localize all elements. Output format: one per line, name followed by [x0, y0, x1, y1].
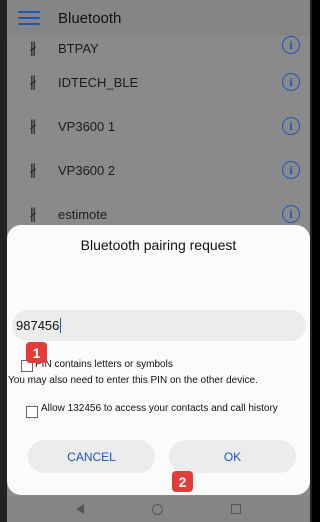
allow-contacts-checkbox[interactable]	[26, 406, 38, 418]
device-row-vp3600-2[interactable]: ∦ VP3600 2 i	[7, 148, 310, 192]
text-caret	[60, 318, 62, 333]
app-bar: Bluetooth	[7, 0, 310, 36]
pin-input[interactable]: 987456	[12, 310, 306, 341]
system-nav-bar	[7, 496, 310, 522]
step-marker-1: 1	[26, 342, 47, 363]
bluetooth-icon: ∦	[29, 206, 37, 223]
bluetooth-icon: ∦	[29, 118, 37, 135]
cancel-button[interactable]: CANCEL	[28, 440, 155, 473]
device-name: VP3600 2	[58, 162, 116, 178]
device-row-btpay[interactable]: ∦ BTPAY i	[7, 36, 310, 60]
device-row-vp3600-1[interactable]: ∦ VP3600 1 i	[7, 104, 310, 148]
info-icon[interactable]: i	[282, 161, 300, 179]
info-icon[interactable]: i	[282, 205, 300, 223]
bluetooth-icon: ∦	[29, 74, 37, 91]
page-title: Bluetooth	[58, 9, 122, 27]
device-list: ∦ BTPAY i ∦ IDTECH_BLE i ∦ VP3600 1 i ∦ …	[7, 36, 310, 236]
device-name: estimote	[58, 206, 108, 222]
device-name: BTPAY	[58, 40, 99, 56]
device-frame: Bluetooth ∦ BTPAY i ∦ IDTECH_BLE i ∦ VP3…	[0, 0, 312, 522]
pairing-dialog: Bluetooth pairing request 987456 PIN con…	[7, 225, 310, 495]
hamburger-menu-icon[interactable]	[18, 11, 40, 25]
info-icon[interactable]: i	[282, 36, 300, 54]
pin-hint-text: You may also need to enter this PIN on t…	[8, 375, 258, 386]
phone-screen: Bluetooth ∦ BTPAY i ∦ IDTECH_BLE i ∦ VP3…	[7, 0, 310, 522]
letters-symbols-label: PIN contains letters or symbols	[35, 359, 173, 370]
dialog-title: Bluetooth pairing request	[80, 237, 237, 253]
info-icon[interactable]: i	[282, 73, 300, 91]
device-name: IDTECH_BLE	[58, 74, 139, 90]
recent-apps-icon[interactable]	[231, 504, 241, 514]
home-icon[interactable]	[152, 503, 163, 515]
info-icon[interactable]: i	[282, 117, 300, 135]
bluetooth-icon: ∦	[29, 40, 37, 57]
allow-contacts-label: Allow 132456 to access your contacts and…	[41, 403, 278, 414]
device-row-idtech-ble[interactable]: ∦ IDTECH_BLE i	[7, 60, 310, 104]
ok-button[interactable]: OK	[169, 440, 296, 473]
bluetooth-icon: ∦	[29, 162, 37, 179]
pin-value: 987456	[16, 318, 60, 333]
back-icon[interactable]	[76, 504, 84, 514]
step-marker-2: 2	[172, 471, 193, 492]
device-name: VP3600 1	[58, 118, 116, 134]
